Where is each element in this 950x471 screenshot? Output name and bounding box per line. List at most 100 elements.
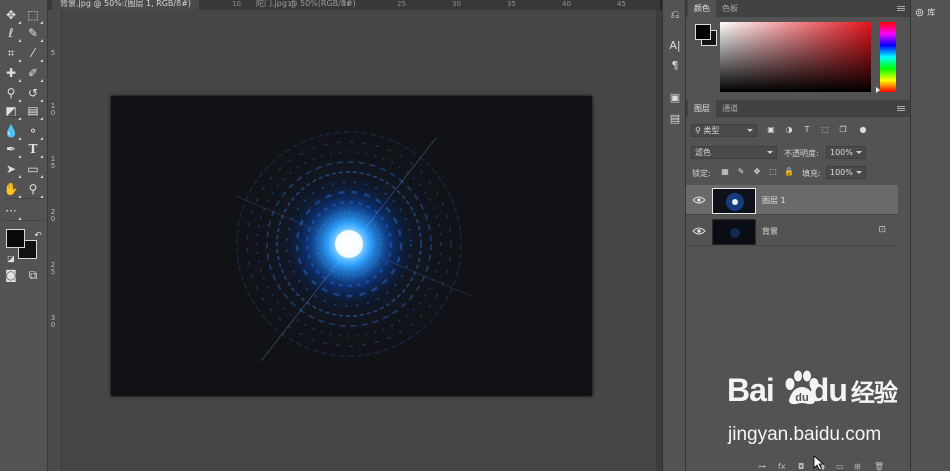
libraries-button[interactable]: ⊚ 库 xyxy=(915,6,935,19)
ruler-tick-label: 1 0 xyxy=(50,102,56,117)
quick-mask-icon[interactable]: ◙ xyxy=(2,266,20,284)
tab-color[interactable]: 颜色 xyxy=(688,0,716,17)
lock-transparent-icon[interactable]: ▦ xyxy=(720,167,730,177)
libraries-icon: ⊚ xyxy=(915,6,925,19)
blur-tool-icon[interactable]: 💧 xyxy=(2,122,21,140)
ruler-tick-label: 20 xyxy=(342,0,351,8)
marquee-tool-icon[interactable]: ⬚ xyxy=(24,6,43,24)
filter-adjustment-icon[interactable]: ◑ xyxy=(784,125,794,135)
vertical-ruler: 5 1 0 1 5 2 0 2 5 3 0 xyxy=(48,10,62,471)
libraries-label: 库 xyxy=(927,8,936,17)
panel-menu-icon[interactable] xyxy=(897,6,905,11)
tab-layers[interactable]: 图层 xyxy=(688,100,716,117)
zoom-tool-icon[interactable]: ⚲ xyxy=(24,180,43,198)
filter-toggle-icon[interactable]: ● xyxy=(858,125,868,135)
layer-filter-select[interactable]: ⚲ 类型 xyxy=(691,124,757,137)
layers-panel-header: 图层 通道 xyxy=(686,100,910,117)
lock-position-icon[interactable]: ✥ xyxy=(752,167,762,177)
lasso-tool-icon[interactable]: ℓ xyxy=(2,24,21,42)
history-brush-icon[interactable]: ↺ xyxy=(24,84,43,102)
layer-row[interactable]: 图层 1 xyxy=(686,185,898,215)
lock-image-icon[interactable]: ✎ xyxy=(736,167,746,177)
opacity-value: 100% xyxy=(830,148,853,157)
crop-tool-icon[interactable]: ⌗ xyxy=(2,44,21,62)
pen-tool-icon[interactable]: ✒ xyxy=(2,140,21,158)
hue-slider[interactable] xyxy=(880,22,896,92)
ruler-tick-label: 5 xyxy=(50,49,56,57)
adjustments-icon[interactable]: ▤ xyxy=(668,111,682,125)
layers-menu-icon[interactable] xyxy=(897,106,905,111)
gradient-tool-icon[interactable]: ▤ xyxy=(24,102,43,120)
mouse-cursor-icon xyxy=(813,455,825,471)
ruler-tick-label: 3 0 xyxy=(50,314,56,329)
path-select-tool-icon[interactable]: ➤ xyxy=(2,160,21,178)
horizontal-ruler: 0 5 10 15 20 25 30 35 40 45 xyxy=(62,0,662,10)
lock-all-icon[interactable]: 🔒 xyxy=(784,167,794,177)
layer-style-icon[interactable]: fx xyxy=(778,462,786,471)
fill-value: 100% xyxy=(830,168,853,177)
opacity-label: 不透明度: xyxy=(784,149,819,158)
new-layer-icon[interactable]: ⊞ xyxy=(854,462,861,471)
fill-label: 填充: xyxy=(802,169,821,178)
color-panel-header: 颜色 色板 xyxy=(686,0,910,17)
chevron-down-icon xyxy=(767,151,773,154)
move-tool-icon[interactable]: ✥ xyxy=(2,6,21,24)
hue-slider-marker[interactable] xyxy=(876,87,880,93)
toolbar-divider xyxy=(4,116,44,117)
filter-shape-icon[interactable]: ⬚ xyxy=(820,125,830,135)
new-group-icon[interactable]: ▭ xyxy=(836,462,844,471)
foreground-color-swatch[interactable] xyxy=(6,229,25,248)
add-mask-icon[interactable]: ◘ xyxy=(798,462,804,471)
lock-label: 锁定: xyxy=(692,169,711,178)
ruler-tick-label: 30 xyxy=(452,0,461,8)
layer-row[interactable]: 背景 ⊡ xyxy=(686,216,898,246)
screen-mode-icon[interactable]: ⧉ xyxy=(24,266,42,284)
document-canvas[interactable] xyxy=(111,96,592,396)
tunnel-light-image xyxy=(111,96,592,396)
properties-icon[interactable]: ▣ xyxy=(668,90,682,104)
link-layers-icon[interactable]: ⊶ xyxy=(758,462,766,471)
filter-search-icon: ⚲ xyxy=(695,126,701,135)
character-icon[interactable]: A| xyxy=(668,38,682,52)
quick-select-tool-icon[interactable]: ✎ xyxy=(24,24,43,42)
layer-name: 图层 1 xyxy=(762,196,786,205)
chevron-down-icon xyxy=(747,129,753,132)
lock-icon: ⊡ xyxy=(878,225,886,235)
panel-foreground-swatch[interactable] xyxy=(695,24,711,40)
type-tool-icon[interactable]: T xyxy=(24,140,43,158)
healing-brush-icon[interactable]: ✚ xyxy=(2,64,21,82)
swap-colors-icon[interactable]: ↶ xyxy=(29,227,47,245)
brush-tool-icon[interactable]: ✐ xyxy=(24,64,43,82)
edit-toolbar-icon[interactable]: ··· xyxy=(2,202,21,220)
lock-artboard-icon[interactable]: ⬚ xyxy=(768,167,778,177)
filter-pixel-icon[interactable]: ▣ xyxy=(766,125,776,135)
hand-tool-icon[interactable]: ✋ xyxy=(2,180,21,198)
right-panels: 颜色 色板 图层 通道 ⚲ 类型 ▣ ◑ T ⬚ ❐ ● 滤色 不透明度: 10… xyxy=(686,0,910,471)
color-picker-field[interactable] xyxy=(720,22,871,92)
canvas-area[interactable] xyxy=(62,10,656,471)
visibility-eye-icon[interactable] xyxy=(692,195,706,205)
fill-field[interactable]: 100% xyxy=(826,166,866,179)
ruler-tick-label: 2 0 xyxy=(50,208,56,223)
blend-mode-select[interactable]: 滤色 xyxy=(691,146,777,159)
dodge-tool-icon[interactable]: ⚬ xyxy=(24,122,43,140)
delete-layer-icon[interactable]: 🗑 xyxy=(874,462,884,471)
history-icon[interactable]: ⎌ xyxy=(668,8,682,22)
clone-stamp-icon[interactable]: ⚲ xyxy=(2,84,21,102)
layer-filter-value: 类型 xyxy=(703,126,720,135)
toolbar-divider xyxy=(4,198,44,199)
ruler-tick-label: 40 xyxy=(562,0,571,8)
ruler-tick-label: 5 xyxy=(177,0,182,8)
paragraph-icon[interactable]: ¶ xyxy=(668,58,682,72)
layer-name: 背景 xyxy=(762,227,778,236)
eraser-tool-icon[interactable]: ◩ xyxy=(2,102,21,120)
visibility-eye-icon[interactable] xyxy=(692,226,706,236)
opacity-field[interactable]: 100% xyxy=(826,146,866,159)
ruler-tick-label: 15 xyxy=(287,0,296,8)
tab-channels[interactable]: 通道 xyxy=(716,100,744,117)
eyedropper-tool-icon[interactable]: ⁄ xyxy=(24,44,43,62)
tab-swatches[interactable]: 色板 xyxy=(716,0,744,17)
filter-type-icon[interactable]: T xyxy=(802,125,812,135)
filter-smart-object-icon[interactable]: ❐ xyxy=(838,125,848,135)
rectangle-tool-icon[interactable]: ▭ xyxy=(24,160,43,178)
